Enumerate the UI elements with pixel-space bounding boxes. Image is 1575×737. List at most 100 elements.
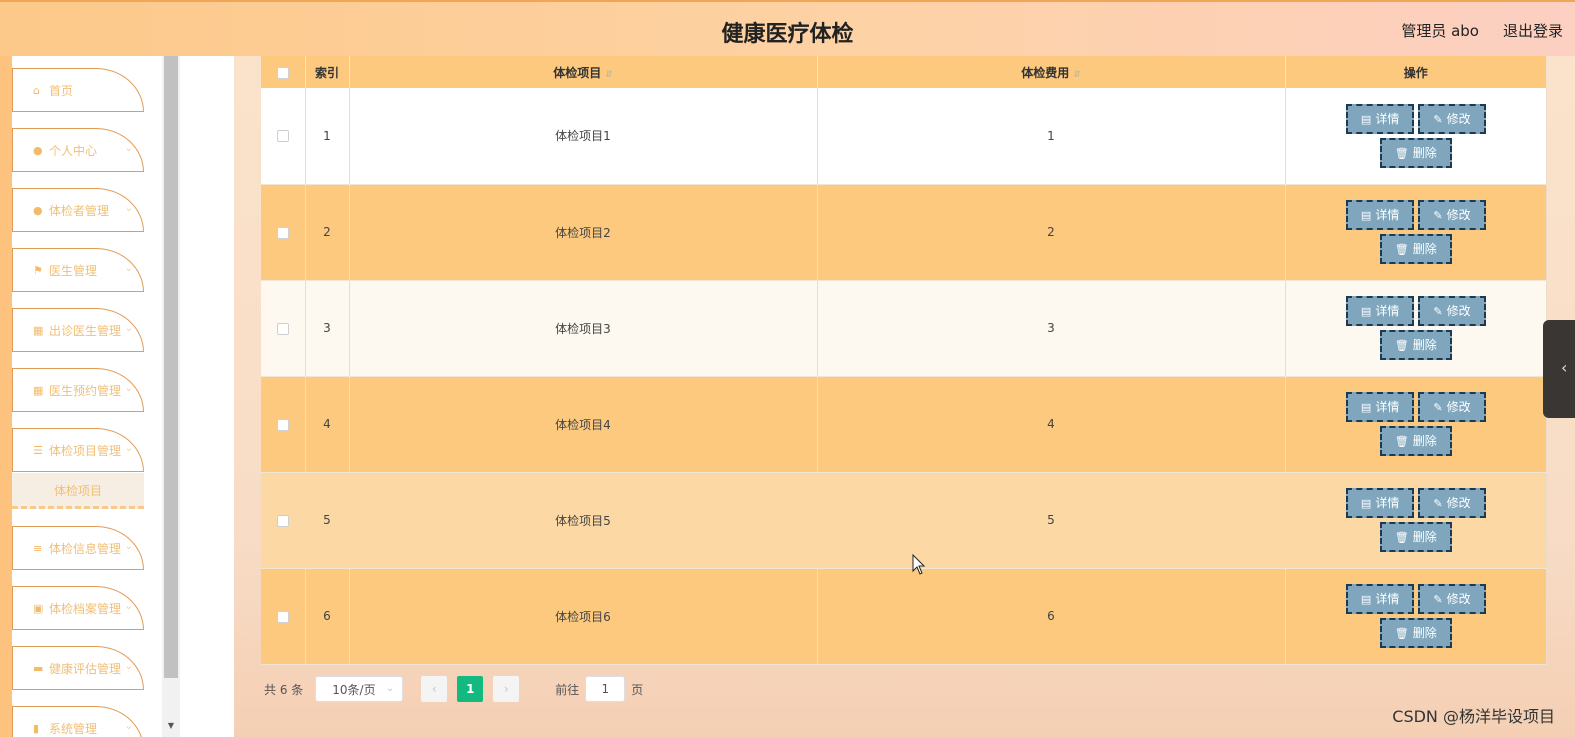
document-icon: ▤: [1360, 401, 1372, 414]
edit-button[interactable]: ✎ 修改: [1418, 488, 1486, 518]
document-icon: ▤: [1360, 593, 1372, 606]
trash-icon: 🗑: [1394, 146, 1409, 160]
list-icon: ≡: [33, 541, 43, 555]
row-index: 4: [305, 376, 350, 473]
select-all-cell: [261, 56, 306, 88]
row-checkbox[interactable]: [276, 130, 289, 143]
trash-icon: 🗑: [1394, 627, 1409, 640]
sort-icon[interactable]: ⇵: [1073, 70, 1081, 80]
chevron-down-icon: ⌄: [124, 601, 133, 612]
detail-button[interactable]: ▤ 详情: [1345, 488, 1415, 518]
row-checkbox[interactable]: [276, 226, 289, 239]
current-user: 管理员 abo: [1401, 22, 1479, 40]
row-actions: ▤ 详情 ✎ 修改 🗑 删除: [1285, 280, 1547, 377]
row-select-cell: [261, 88, 306, 185]
delete-button[interactable]: 🗑 删除: [1379, 330, 1452, 360]
edit-button[interactable]: ✎ 修改: [1418, 200, 1486, 230]
row-checkbox[interactable]: [276, 514, 289, 527]
delete-button[interactable]: 🗑 删除: [1379, 137, 1452, 168]
page-number-current[interactable]: 1: [457, 676, 484, 702]
delete-button[interactable]: 🗑 删除: [1379, 618, 1452, 648]
sidebar-item-label: 医生预约管理: [49, 383, 122, 398]
home-icon: ⌂: [33, 83, 40, 97]
detail-button[interactable]: ▤ 详情: [1345, 103, 1415, 134]
sidebar-accent-strip: [0, 56, 12, 737]
row-index: 5: [305, 472, 350, 569]
sidebar-item-label: 体检档案管理: [49, 601, 122, 616]
sidebar-item-4[interactable]: ⚑ 医生管理 ⌄: [12, 248, 144, 292]
row-actions: ▤ 详情 ✎ 修改 🗑 删除: [1285, 376, 1547, 473]
sidebar-item-11[interactable]: ▮ 系统管理 ⌄: [12, 706, 144, 737]
top-header: 健康医疗体检 管理员 abo 退出登录: [0, 0, 1575, 56]
row-select-cell: [261, 280, 306, 377]
edit-button[interactable]: ✎ 修改: [1418, 296, 1486, 326]
delete-button[interactable]: 🗑 删除: [1379, 522, 1452, 552]
row-fee: 3: [817, 280, 1286, 377]
row-item-name: 体检项目4: [349, 376, 818, 473]
table-row: 2 体检项目2 2 ▤ 详情 ✎ 修改 🗑 删除: [261, 184, 1547, 281]
column-header-actions: 操作: [1285, 56, 1547, 88]
sidebar-item-1[interactable]: ⌂ 首页: [12, 68, 144, 112]
briefcase-icon: ▣: [33, 601, 44, 615]
next-page-button[interactable]: ›: [493, 676, 520, 702]
pencil-icon: ✎: [1433, 209, 1443, 222]
monitor-icon: ▬: [33, 661, 44, 675]
document-icon: ▤: [1360, 497, 1372, 510]
grid-icon: ▦: [33, 323, 44, 337]
prev-page-button[interactable]: ‹: [421, 676, 448, 702]
sidebar-item-6[interactable]: ▦ 医生预约管理 ⌄: [12, 368, 144, 412]
sidebar-item-10[interactable]: ▬ 健康评估管理 ⌄: [12, 646, 144, 690]
sidebar-item-9[interactable]: ▣ 体检档案管理 ⌄: [12, 586, 144, 630]
detail-button[interactable]: ▤ 详情: [1345, 296, 1415, 326]
submenu-item-exam-items[interactable]: 体检项目: [12, 473, 144, 509]
delete-button[interactable]: 🗑 删除: [1379, 234, 1452, 264]
column-header-index: 索引: [305, 56, 350, 88]
sort-icon[interactable]: ⇵: [605, 70, 613, 80]
chevron-down-icon: ⌄: [385, 683, 395, 694]
detail-button[interactable]: ▤ 详情: [1345, 584, 1415, 614]
row-actions: ▤ 详情 ✎ 修改 🗑 删除: [1285, 88, 1547, 185]
row-index: 2: [305, 184, 350, 281]
page-size-select[interactable]: 10条/页 ⌄: [315, 676, 404, 702]
mouse-cursor-icon: [912, 554, 926, 575]
row-checkbox[interactable]: [276, 418, 289, 431]
column-header-fee[interactable]: 体检费用 ⇵: [817, 56, 1286, 88]
row-index: 1: [305, 88, 350, 185]
table-row: 3 体检项目3 3 ▤ 详情 ✎ 修改 🗑 删除: [261, 280, 1547, 377]
detail-button[interactable]: ▤ 详情: [1345, 392, 1415, 422]
goto-suffix: 页: [631, 682, 644, 697]
sidebar-item-2[interactable]: ● 个人中心 ⌄: [12, 128, 144, 172]
sidebar-item-label: 体检项目管理: [49, 443, 122, 458]
detail-button[interactable]: ▤ 详情: [1345, 200, 1415, 230]
pencil-icon: ✎: [1433, 497, 1443, 510]
document-icon: ▤: [1360, 305, 1372, 318]
sidebar-item-8[interactable]: ≡ 体检信息管理 ⌄: [12, 526, 144, 570]
table-header-row: 索引 体检项目 ⇵ 体检费用 ⇵ 操作: [261, 56, 1547, 88]
select-all-checkbox[interactable]: [276, 66, 289, 79]
sidebar-item-7[interactable]: ☰ 体检项目管理 ⌄: [12, 428, 144, 472]
grid-icon: ▦: [33, 383, 44, 397]
column-header-item[interactable]: 体检项目 ⇵: [349, 56, 818, 88]
flag-icon: ⚑: [33, 263, 43, 277]
delete-button[interactable]: 🗑 删除: [1379, 426, 1452, 456]
row-fee: 1: [817, 88, 1286, 185]
scroll-down-icon[interactable]: ▼: [164, 720, 178, 732]
row-checkbox[interactable]: [276, 610, 289, 623]
exam-items-table: 索引 体检项目 ⇵ 体检费用 ⇵ 操作 1 体检项目1 1 ▤ 详情 ✎ 修改 🗑 删除 2 体检项目2…: [261, 56, 1547, 665]
logout-link[interactable]: 退出登录: [1503, 20, 1563, 41]
row-select-cell: [261, 184, 306, 281]
edit-button[interactable]: ✎ 修改: [1418, 392, 1486, 422]
pagination-total: 共 6 条: [264, 682, 304, 697]
row-select-cell: [261, 472, 306, 569]
edit-button[interactable]: ✎ 修改: [1418, 584, 1486, 614]
sidebar-item-3[interactable]: ● 体检者管理 ⌄: [12, 188, 144, 232]
chevron-down-icon: ⌄: [124, 143, 133, 154]
sidebar-scrollbar-thumb[interactable]: [164, 56, 178, 678]
chart-icon: ▮: [33, 721, 40, 735]
goto-page-input[interactable]: 1: [585, 676, 626, 702]
edit-button[interactable]: ✎ 修改: [1418, 103, 1486, 134]
sidebar-item-5[interactable]: ▦ 出诊医生管理 ⌄: [12, 308, 144, 352]
row-checkbox[interactable]: [276, 322, 289, 335]
side-drawer-handle[interactable]: ‹: [1543, 320, 1575, 418]
watermark: CSDN @杨洋毕设项目: [1392, 707, 1555, 726]
